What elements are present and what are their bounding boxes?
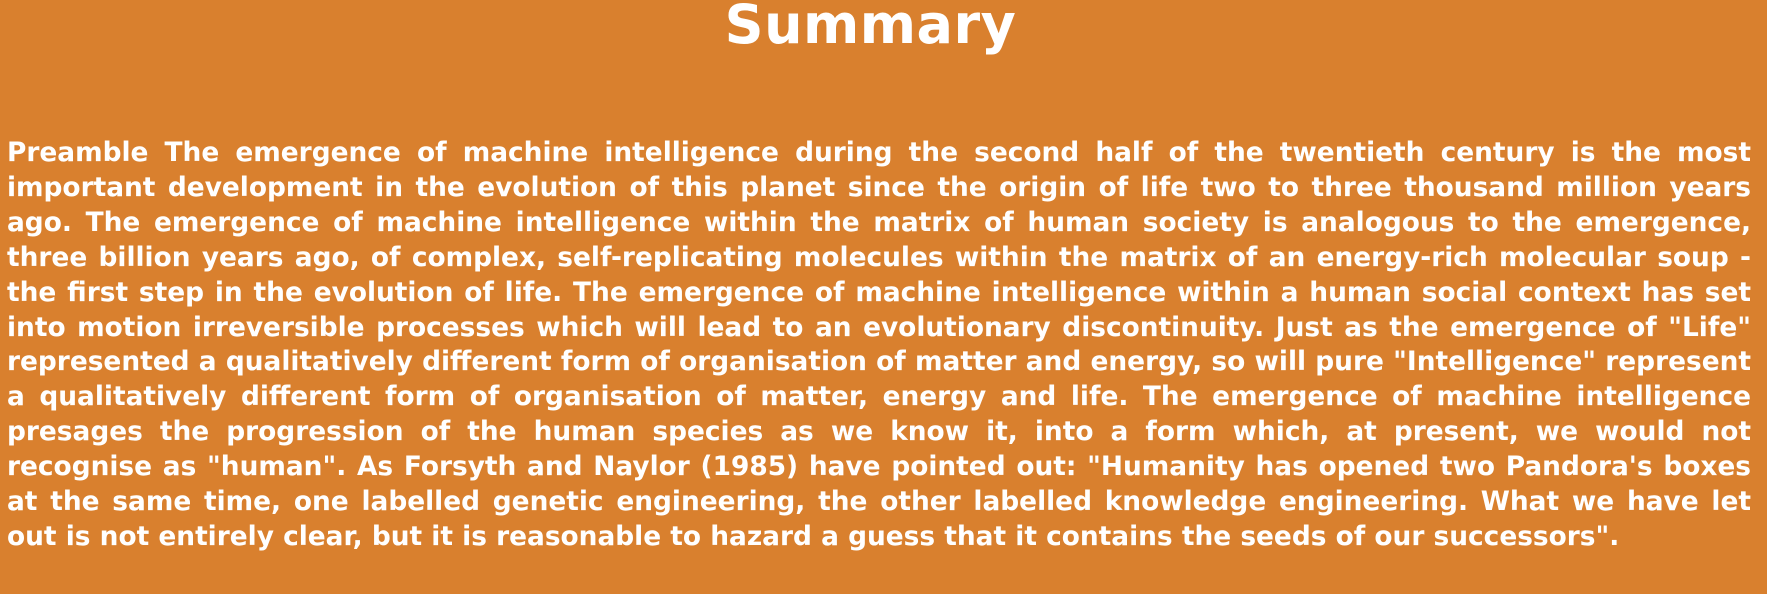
page-title: Summary [724,0,1017,56]
summary-page: Summary Preamble The emergence of machin… [0,0,1767,594]
summary-paragraph: Preamble The emergence of machine intell… [7,137,1751,552]
